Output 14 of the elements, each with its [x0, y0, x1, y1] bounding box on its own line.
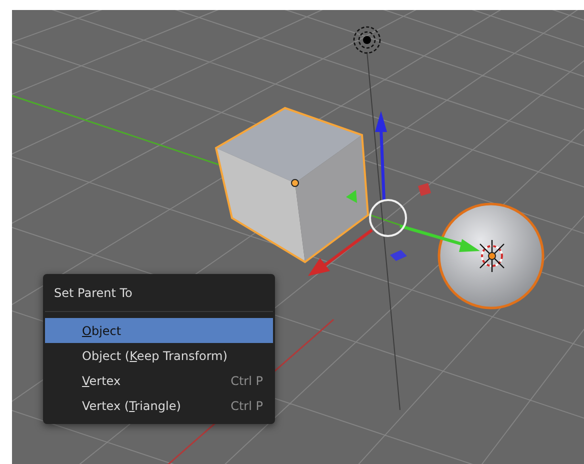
menu-item[interactable]: Vertex (Triangle) Ctrl P [45, 393, 273, 418]
cube-drawing[interactable] [214, 106, 370, 264]
3d-viewport[interactable]: Set Parent To Object Object (Keep Transform) Vertex Ctrl P Vertex (Triangle) Ctrl P [12, 10, 584, 464]
menu-item[interactable]: Object [45, 318, 273, 343]
origin-dot [291, 179, 299, 187]
shortcut-label: Ctrl P [230, 372, 263, 390]
light-icon [353, 26, 381, 54]
transform-gizmo-drawing[interactable] [308, 111, 480, 276]
3d-cursor-icon [479, 239, 505, 273]
sphere-drawing[interactable] [438, 202, 544, 310]
menu-title: Set Parent To [45, 282, 273, 312]
menu-item[interactable]: Vertex Ctrl P [45, 368, 273, 393]
shortcut-label: Ctrl P [230, 398, 263, 414]
menu-item[interactable]: Object (Keep Transform) [45, 343, 273, 368]
